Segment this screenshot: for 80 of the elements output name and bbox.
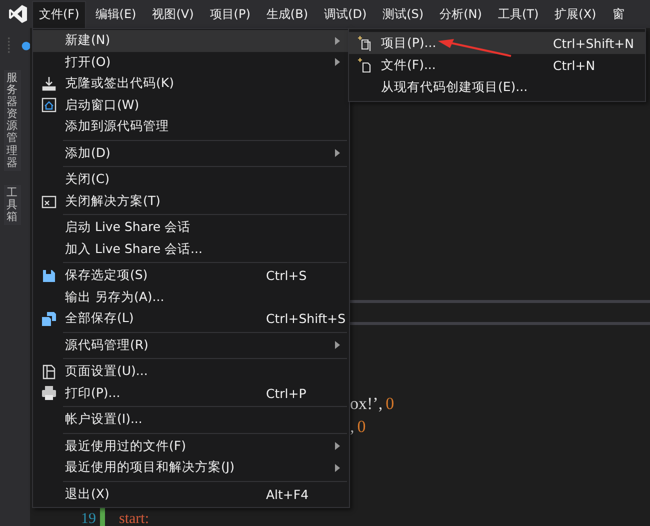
menu-item[interactable]: 加入 Live Share 会话... — [33, 238, 349, 260]
menu-item-label: 最近使用过的文件(F) — [65, 438, 186, 455]
menu-item[interactable]: 退出(X) Alt+F4 — [33, 484, 349, 505]
menu-item[interactable]: 打印(P)... Ctrl+P — [33, 382, 349, 404]
menu-bar-item[interactable]: 调试(D) — [317, 0, 374, 28]
menu-item[interactable]: 打开(O) — [33, 52, 349, 73]
menu-item[interactable]: 启动 Live Share 会话 — [33, 217, 349, 238]
shortcut-text: Ctrl+Shift+S — [266, 311, 347, 326]
menu-item-label: 项目(P)... — [381, 34, 436, 52]
menu-bar-item[interactable]: 文件(F) — [32, 0, 86, 28]
menu-item-label: 克隆或签出代码(K) — [65, 75, 174, 92]
menu-bar-item[interactable]: 编辑(E) — [88, 0, 144, 28]
menu-bar-item[interactable]: 窗 — [605, 0, 632, 28]
code-label: start: — [119, 510, 149, 526]
menu-item[interactable]: 添加(D) — [33, 142, 349, 164]
code-line: , 0 — [350, 416, 366, 438]
menu-item-label: 启动窗口(W) — [65, 96, 140, 114]
shortcut-text: Ctrl+N — [553, 58, 596, 72]
menu-item[interactable]: 关闭解决方案(T) — [33, 190, 349, 212]
menu-item[interactable]: 源代码管理(R) — [33, 334, 349, 356]
menu-item-label: 添加到源代码管理 — [65, 118, 169, 136]
page-icon — [41, 364, 57, 380]
menu-item[interactable]: 输出 另存为(A)... — [33, 286, 349, 308]
side-tab[interactable]: 工具箱 — [4, 184, 20, 226]
menu-bar-item[interactable]: 生成(B) — [259, 0, 316, 28]
gripper-icon — [8, 36, 12, 56]
menu-item[interactable]: 最近使用的项目和解决方案(J) — [33, 457, 349, 478]
new-project-icon — [357, 35, 373, 51]
shortcut-text: Alt+F4 — [266, 486, 310, 502]
menu-item[interactable]: 新建(N) — [33, 30, 349, 52]
line-number: 19 — [80, 510, 96, 526]
download-tray-icon — [41, 76, 57, 92]
change-marker — [100, 508, 105, 526]
menu-item-label: 全部保存(L) — [65, 310, 134, 328]
menu-item[interactable]: 从现有代码创建项目(E)... — [349, 76, 645, 98]
menu-item[interactable]: 最近使用过的文件(F) — [33, 436, 349, 457]
menu-item[interactable]: 关闭(C) — [33, 169, 349, 190]
menu-item-label: 新建(N) — [65, 32, 110, 50]
floppy-disks-icon — [41, 310, 57, 327]
menu-item[interactable]: 文件(F)... Ctrl+N — [349, 54, 645, 76]
menu-bar-item[interactable]: 项目(P) — [202, 0, 258, 28]
menu-item-label: 保存选定项(S) — [65, 267, 148, 284]
menu-item-label: 退出(X) — [65, 486, 110, 503]
shortcut-text: Ctrl+S — [266, 268, 308, 284]
menu-item-label: 从现有代码创建项目(E)... — [381, 78, 528, 96]
menu-item-label: 帐户设置(I)... — [65, 411, 142, 428]
menu-bar-item[interactable]: 视图(V) — [145, 0, 201, 28]
menu-item[interactable]: 页面设置(U)... — [33, 361, 349, 382]
menu-bar-item[interactable]: 工具(T) — [490, 0, 546, 28]
menu-bar-item[interactable]: 测试(S) — [376, 0, 431, 28]
menu-item[interactable]: 克隆或签出代码(K) — [33, 73, 349, 94]
printer-icon — [41, 385, 57, 402]
menu-item[interactable]: 项目(P)... Ctrl+Shift+N — [349, 32, 645, 54]
code-line: ox!’, 0 — [350, 393, 394, 416]
menu-item-label: 文件(F)... — [381, 56, 436, 74]
menu-bar-item[interactable]: 分析(N) — [432, 0, 489, 28]
menu-bar-item[interactable]: 扩展(X) — [548, 0, 604, 28]
shortcut-text: Ctrl+Shift+N — [553, 36, 635, 50]
menu-item[interactable]: 添加到源代码管理 — [33, 116, 349, 138]
menu-item[interactable]: 全部保存(L) Ctrl+Shift+S — [33, 308, 349, 330]
menu-item[interactable]: 帐户设置(I)... — [33, 409, 349, 430]
menu-item-label: 启动 Live Share 会话 — [65, 219, 191, 236]
menu-item-label: 打开(O) — [65, 54, 111, 71]
menu-item-label: 关闭(C) — [65, 171, 110, 188]
menu-item-label: 页面设置(U)... — [65, 363, 148, 380]
menu-item-label: 关闭解决方案(T) — [65, 192, 160, 210]
menu-item-label: 最近使用的项目和解决方案(J) — [65, 459, 234, 476]
new-file-icon — [357, 57, 373, 73]
menu-item[interactable]: 保存选定项(S) Ctrl+S — [33, 265, 349, 286]
menu-item-label: 源代码管理(R) — [65, 336, 148, 354]
menu-item[interactable]: 启动窗口(W) — [33, 94, 349, 116]
side-tab[interactable]: 服务器资源管理器 — [4, 70, 20, 171]
close-window-icon — [41, 193, 57, 210]
menu-item-label: 加入 Live Share 会话... — [65, 240, 202, 258]
menu-item-label: 输出 另存为(A)... — [65, 288, 164, 306]
menu-item-label: 打印(P)... — [65, 384, 120, 402]
home-window-icon — [41, 97, 57, 114]
menu-item-label: 添加(D) — [65, 144, 110, 162]
app-logo-icon — [8, 4, 28, 24]
shortcut-text: Ctrl+P — [266, 386, 308, 401]
